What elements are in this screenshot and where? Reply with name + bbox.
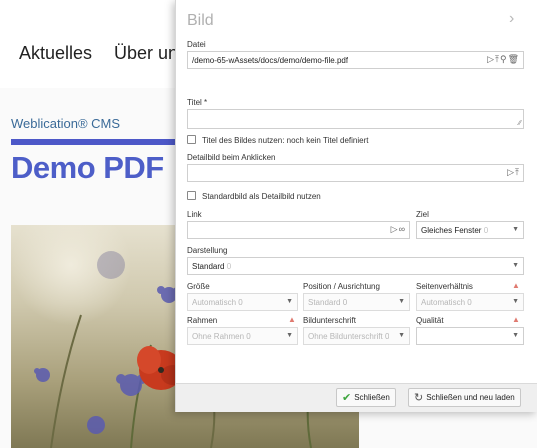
chevron-down-icon: ▼ xyxy=(398,332,405,339)
quality-label: Qualität xyxy=(416,316,444,325)
detail-image-field[interactable]: ▷⤒ xyxy=(187,164,524,182)
close-reload-button-label: Schließen und neu laden xyxy=(426,393,515,402)
nav-item-ueber-uns[interactable]: Über un xyxy=(114,43,178,64)
display-label: Darstellung xyxy=(187,246,228,255)
target-label: Ziel xyxy=(416,210,429,219)
chevron-down-icon: ▼ xyxy=(286,298,293,305)
use-title-label: Titel des Bildes nutzen: noch kein Titel… xyxy=(202,136,369,145)
aspect-label: Seitenverhältnis xyxy=(416,282,473,291)
chevron-right-icon[interactable]: › xyxy=(509,10,514,28)
std-detail-checkbox[interactable] xyxy=(187,191,196,200)
target-value: Gleiches Fenster xyxy=(421,226,482,235)
display-value: Standard xyxy=(192,262,225,271)
frame-value: Ohne Rahmen xyxy=(192,332,245,341)
std-detail-label: Standardbild als Detailbild nutzen xyxy=(202,192,321,201)
search-icon[interactable]: ⚲ xyxy=(500,54,508,64)
size-hint: 0 xyxy=(238,298,243,307)
title-label: Titel * xyxy=(187,98,208,107)
image-dialog: Bild › Datei /demo-65-wAssets/docs/demo/… xyxy=(175,0,537,412)
brand-divider xyxy=(11,139,181,145)
aspect-value: Automatisch xyxy=(421,298,466,307)
caption-hint: 0 xyxy=(384,332,390,341)
close-button-label: Schließen xyxy=(354,393,390,402)
display-select[interactable]: Standard 0 ▼ xyxy=(187,257,524,275)
select-pointer-icon[interactable]: ▷ xyxy=(391,224,399,234)
title-input[interactable]: ∕∕ xyxy=(187,109,524,129)
file-field[interactable]: /demo-65-wAssets/docs/demo/demo-file.pdf… xyxy=(187,51,524,69)
target-hint: 0 xyxy=(483,226,489,235)
brand-label: Weblication® CMS xyxy=(11,116,121,131)
quality-select[interactable]: ▼ xyxy=(416,327,524,345)
dialog-footer: ✔ Schließen ↻ Schließen und neu laden xyxy=(176,383,537,412)
detail-image-label: Detailbild beim Anklicken xyxy=(187,153,276,162)
detail-field-icons: ▷⤒ xyxy=(507,167,520,178)
nav-item-aktuelles[interactable]: Aktuelles xyxy=(19,43,92,64)
link-field[interactable]: ▷∞ xyxy=(187,221,410,239)
dialog-title: Bild xyxy=(187,12,214,29)
chevron-down-icon: ▼ xyxy=(512,262,519,269)
page-title: Demo PDF xyxy=(11,150,164,185)
resize-handle-icon[interactable]: ∕∕ xyxy=(519,120,521,127)
position-select[interactable]: Standard 0 ▼ xyxy=(303,293,410,311)
size-select[interactable]: Automatisch 0 ▼ xyxy=(187,293,298,311)
reload-icon: ↻ xyxy=(414,392,424,404)
caption-label: Bildunterschrift xyxy=(303,316,356,325)
size-label: Größe xyxy=(187,282,210,291)
aspect-hint: 0 xyxy=(467,298,472,307)
caption-value: Ohne Bildunterschrift xyxy=(308,332,383,341)
position-hint: 0 xyxy=(342,298,348,307)
caption-select[interactable]: Ohne Bildunterschrift 0 ▼ xyxy=(303,327,410,345)
user-pin-icon: ▲ xyxy=(512,315,520,324)
upload-icon[interactable]: ⤒ xyxy=(515,167,520,177)
file-label: Datei xyxy=(187,40,206,49)
link-label: Link xyxy=(187,210,202,219)
close-reload-button[interactable]: ↻ Schließen und neu laden xyxy=(408,388,521,407)
select-pointer-icon[interactable]: ▷ xyxy=(487,54,495,64)
select-pointer-icon[interactable]: ▷ xyxy=(507,167,515,177)
chevron-down-icon: ▼ xyxy=(286,332,293,339)
chevron-down-icon: ▼ xyxy=(398,298,405,305)
position-label: Position / Ausrichtung xyxy=(303,282,380,291)
use-title-checkbox[interactable] xyxy=(187,135,196,144)
file-field-icons: ▷⤒⚲🗑︎ xyxy=(487,54,520,65)
chevron-down-icon: ▼ xyxy=(512,298,519,305)
frame-select[interactable]: Ohne Rahmen 0 ▼ xyxy=(187,327,298,345)
chevron-down-icon: ▼ xyxy=(512,226,519,233)
target-select[interactable]: Gleiches Fenster 0 ▼ xyxy=(416,221,524,239)
trash-icon[interactable]: 🗑︎ xyxy=(508,54,520,64)
close-button[interactable]: ✔ Schließen xyxy=(336,388,396,407)
user-pin-icon: ▲ xyxy=(512,281,520,290)
checkmark-icon: ✔ xyxy=(342,392,352,404)
frame-label: Rahmen xyxy=(187,316,218,325)
user-pin-icon: ▲ xyxy=(288,315,296,324)
aspect-select[interactable]: Automatisch 0 ▼ xyxy=(416,293,524,311)
display-hint: 0 xyxy=(226,262,232,271)
link-field-icons: ▷∞ xyxy=(391,224,406,235)
position-value: Standard xyxy=(308,298,341,307)
file-path: /demo-65-wAssets/docs/demo/demo-file.pdf xyxy=(192,56,349,65)
chevron-down-icon: ▼ xyxy=(512,332,519,339)
link-icon[interactable]: ∞ xyxy=(399,224,406,234)
frame-hint: 0 xyxy=(246,332,251,341)
size-value: Automatisch xyxy=(192,298,237,307)
